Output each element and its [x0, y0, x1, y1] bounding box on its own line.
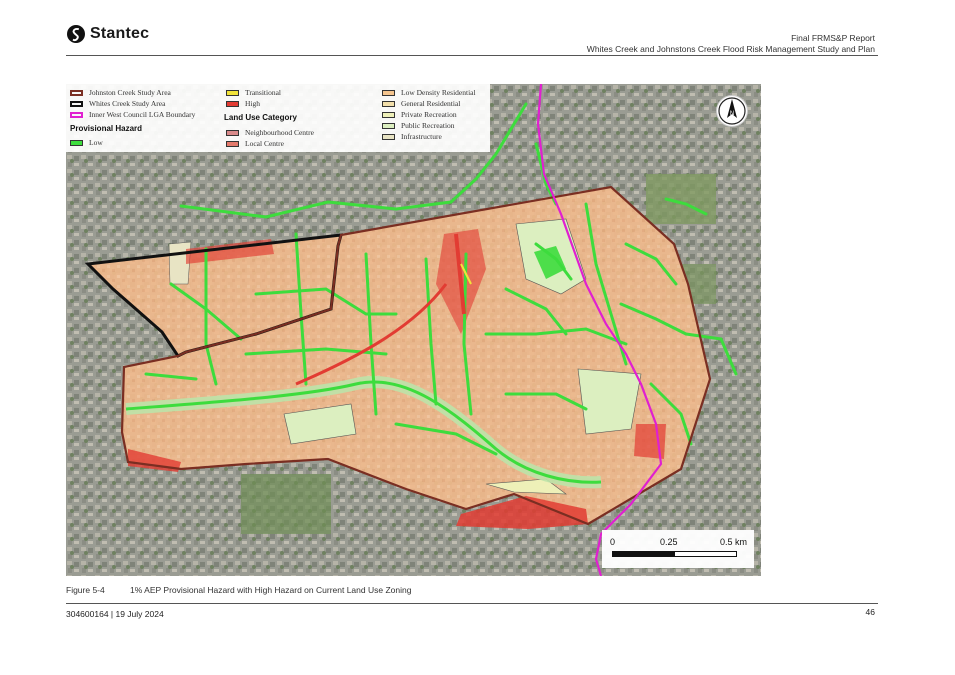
- report-header: Final FRMS&P Report Whites Creek and Joh…: [587, 33, 875, 55]
- scale-label-mid: 0.25: [660, 537, 678, 547]
- legend-local-centre: Local Centre: [226, 139, 284, 148]
- scale-bar-black-segment: [613, 552, 675, 556]
- legend-label: Low Density Residential: [401, 88, 476, 97]
- legend-label: Neighbourhood Centre: [245, 128, 314, 137]
- land-use-heading: Land Use Category: [224, 113, 297, 122]
- footer-rule: [66, 603, 878, 604]
- provisional-hazard-heading: Provisional Hazard: [70, 124, 143, 133]
- flood-hazard-map: [66, 84, 761, 576]
- legend-label: Public Recreation: [401, 121, 455, 130]
- legend-infrastructure: Infrastructure: [382, 132, 442, 141]
- legend-swatch: [70, 100, 83, 107]
- north-label: N: [730, 111, 734, 117]
- legend-label: Private Recreation: [401, 110, 457, 119]
- legend-swatch: [70, 89, 83, 96]
- page-number: 46: [865, 607, 875, 617]
- legend-label: Johnston Creek Study Area: [89, 88, 171, 97]
- figure-number: Figure 5-4: [66, 585, 105, 595]
- north-arrow-icon: N: [718, 97, 746, 125]
- legend-swatch: [382, 111, 395, 118]
- legend-swatch: [70, 111, 83, 118]
- legend-swatch: [226, 140, 239, 147]
- legend-swatch: [226, 89, 239, 96]
- legend-label: Transitional: [245, 88, 281, 97]
- legend-swatch: [382, 133, 395, 140]
- legend-low-density-residential: Low Density Residential: [382, 88, 476, 97]
- scale-bar-frame: [612, 551, 737, 557]
- figure-title: 1% AEP Provisional Hazard with High Haza…: [130, 585, 412, 595]
- stantec-logo: Stantec: [66, 24, 149, 44]
- legend-swatch: [382, 122, 395, 129]
- scale-label-0: 0: [610, 537, 616, 547]
- report-subtitle: Whites Creek and Johnstons Creek Flood R…: [586, 44, 875, 54]
- legend-label: High: [245, 99, 260, 108]
- legend-label: Low: [89, 138, 103, 147]
- map-legend: Johnston Creek Study Area Whites Creek S…: [66, 84, 490, 152]
- scale-bar: 0 0.25 0.5 km: [602, 530, 754, 568]
- legend-swatch: [226, 100, 239, 107]
- legend-label: Whites Creek Study Area: [89, 99, 166, 108]
- map-canvas: [66, 84, 761, 576]
- figure-caption: Figure 5-4 1% AEP Provisional Hazard with…: [66, 585, 411, 595]
- legend-general-residential: General Residential: [382, 99, 460, 108]
- legend-swatch: [70, 139, 83, 146]
- legend-hazard-high: High: [226, 99, 260, 108]
- legend-public-recreation: Public Recreation: [382, 121, 455, 130]
- legend-swatch: [226, 129, 239, 136]
- legend-label: Infrastructure: [401, 132, 442, 141]
- legend-swatch: [382, 89, 395, 96]
- legend-label: Inner West Council LGA Boundary: [89, 110, 196, 119]
- legend-johnston-creek: Johnston Creek Study Area: [70, 88, 171, 97]
- document-reference: 304600164 | 19 July 2024: [66, 609, 164, 619]
- scale-label-end: 0.5 km: [720, 537, 748, 547]
- north-arrow: N: [717, 96, 747, 126]
- legend-swatch: [382, 100, 395, 107]
- legend-whites-creek: Whites Creek Study Area: [70, 99, 165, 108]
- legend-label: General Residential: [401, 99, 461, 108]
- legend-lga-boundary: Inner West Council LGA Boundary: [70, 110, 195, 119]
- legend-hazard-low: Low: [70, 138, 103, 147]
- header-rule: [66, 55, 878, 56]
- legend-hazard-transitional: Transitional: [226, 88, 281, 97]
- legend-private-recreation: Private Recreation: [382, 110, 457, 119]
- logo-text: Stantec: [90, 25, 150, 42]
- legend-neighbourhood-centre: Neighbourhood Centre: [226, 128, 314, 137]
- legend-label: Local Centre: [245, 139, 284, 148]
- report-title: Final FRMS&P Report: [791, 33, 875, 43]
- stantec-logo-icon: [67, 25, 85, 43]
